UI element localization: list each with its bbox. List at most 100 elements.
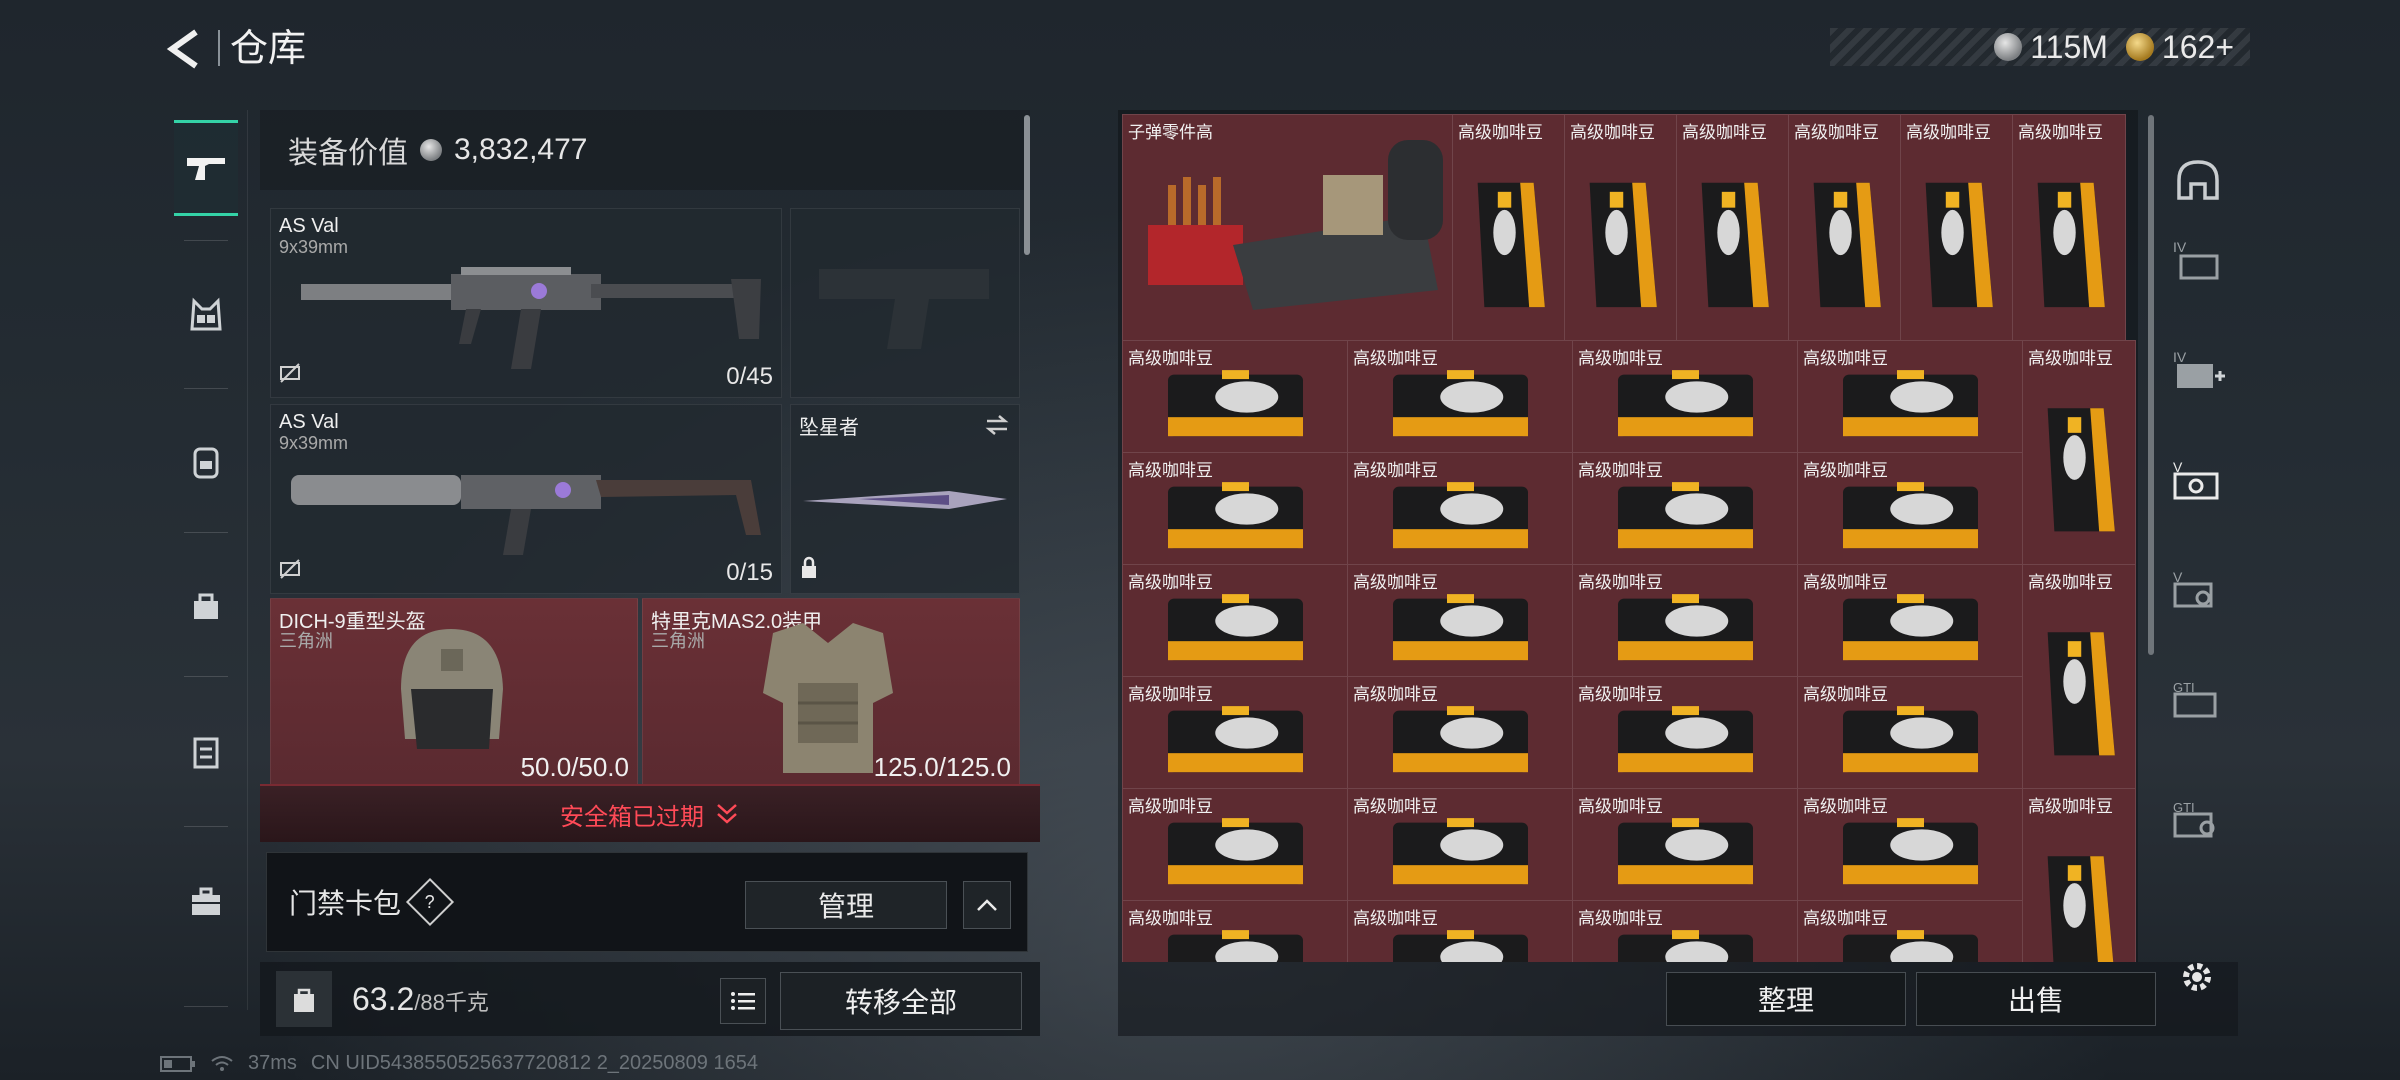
stash-item-coffee[interactable]: 高级咖啡豆 (2022, 564, 2136, 790)
stash-item-coffee[interactable]: 高级咖啡豆 (1122, 452, 1349, 566)
stash-item-coffee[interactable]: 高级咖啡豆 (1797, 452, 2024, 566)
back-button[interactable] (160, 24, 210, 74)
stash-item-coffee[interactable]: 高级咖啡豆 (1564, 114, 1678, 342)
stash-item-coffee[interactable]: 高级咖啡豆 (2022, 340, 2136, 566)
settings-button[interactable] (2172, 952, 2222, 1002)
equipment-scrollbar[interactable] (1024, 115, 1030, 255)
filter-gti-b[interactable]: GTI (2168, 790, 2228, 850)
silver-coin-icon (420, 139, 442, 161)
stash-item-coffee[interactable]: 高级咖啡豆 (1788, 114, 1902, 342)
coffee-bag-image (2047, 632, 2115, 756)
category-chest-rig[interactable] (174, 270, 238, 360)
primary-weapon-slot[interactable]: AS Val 9x39mm 0/45 (270, 208, 782, 398)
ammo-count: 0/15 (726, 559, 773, 586)
item-label: 高级咖啡豆 (1906, 123, 1991, 142)
coffee-bag-image (1477, 182, 1545, 308)
stash-item-coffee[interactable]: 高级咖啡豆 (1347, 676, 1574, 790)
filter-tier-5-a[interactable]: V (2168, 450, 2228, 510)
stash-grid: 子弹零件高 高级咖啡豆 高级咖啡豆 高级咖啡豆 高级咖啡豆 高级咖啡豆 高级咖啡… (1118, 110, 2138, 962)
stash-item-coffee[interactable]: 高级咖啡豆 (1797, 564, 2024, 678)
double-chevron-down-icon (717, 804, 737, 824)
stash-item-coffee[interactable]: 高级咖啡豆 (1572, 564, 1799, 678)
item-label: 高级咖啡豆 (1578, 349, 1663, 368)
helmet-slot[interactable]: DICH-9重型头盔 三角洲 50.0/50.0 (270, 598, 638, 788)
status-bar: 37ms CN UID5438550525637720812 2_2025080… (160, 1052, 758, 1075)
stash-item-coffee[interactable]: 高级咖啡豆 (1572, 452, 1799, 566)
item-label: 高级咖啡豆 (1803, 685, 1888, 704)
sort-button[interactable]: 整理 (1666, 972, 1906, 1026)
silver-currency[interactable]: 115M (1994, 29, 2108, 66)
item-label: 高级咖啡豆 (1803, 461, 1888, 480)
stash-item-coffee[interactable]: 高级咖啡豆 (1347, 452, 1574, 566)
stash-item-coffee[interactable]: 高级咖啡豆 (1122, 340, 1349, 454)
gold-amount: 162+ (2161, 28, 2234, 65)
stash-item-coffee[interactable]: 高级咖啡豆 (1572, 788, 1799, 902)
secondary-weapon-slot[interactable]: AS Val 9x39mm 0/15 (270, 404, 782, 594)
safe-box-expired-banner[interactable]: 安全箱已过期 (260, 784, 1040, 842)
stash-item-ammo-parts[interactable]: 子弹零件高 (1122, 114, 1454, 342)
stash-item-coffee[interactable]: 高级咖啡豆 (1900, 114, 2014, 342)
melee-slot[interactable]: 坠星者 (790, 404, 1020, 594)
category-safe-box[interactable] (174, 706, 238, 796)
item-label: 高级咖啡豆 (2028, 349, 2113, 368)
manage-button[interactable]: 管理 (745, 881, 947, 929)
category-weapons[interactable] (174, 120, 238, 216)
stash-item-coffee[interactable]: 高级咖啡豆 (1122, 676, 1349, 790)
stash-item-coffee[interactable]: 高级咖啡豆 (1797, 676, 2024, 790)
category-rail (164, 110, 248, 1010)
coffee-bag-image (1813, 182, 1881, 308)
transfer-all-button[interactable]: 转移全部 (780, 972, 1022, 1030)
item-label: 高级咖啡豆 (1803, 797, 1888, 816)
filter-all[interactable] (2168, 150, 2228, 210)
stash-item-coffee[interactable]: 高级咖啡豆 (2012, 114, 2126, 342)
stash-item-coffee[interactable]: 高级咖啡豆 (1122, 788, 1349, 902)
stash-item-coffee[interactable]: 高级咖啡豆 (1676, 114, 1790, 342)
chest-rig-icon (190, 297, 222, 331)
gold-currency[interactable]: 162+ (2125, 28, 2234, 66)
stash-item-coffee[interactable]: 高级咖啡豆 (1797, 340, 2024, 454)
item-label: 高级咖啡豆 (1353, 461, 1438, 480)
category-case[interactable] (174, 856, 238, 946)
item-label: 高级咖啡豆 (1353, 685, 1438, 704)
stash-item-coffee[interactable]: 高级咖啡豆 (2022, 788, 2136, 962)
collapse-button[interactable] (963, 881, 1011, 929)
item-label: 高级咖啡豆 (1803, 349, 1888, 368)
swap-icon[interactable] (983, 413, 1011, 437)
chevron-up-icon (977, 899, 997, 911)
stash-item-coffee[interactable]: 高级咖啡豆 (1122, 564, 1349, 678)
wifi-icon (211, 1055, 233, 1071)
help-icon[interactable]: ? (405, 877, 455, 927)
armor-origin: 三角洲 (651, 631, 705, 651)
category-backpack[interactable] (174, 416, 238, 506)
filter-tier-5-b[interactable]: V (2168, 560, 2228, 620)
stash-item-coffee[interactable]: 高级咖啡豆 (1347, 340, 1574, 454)
stash-item-coffee[interactable]: 高级咖啡豆 (1797, 900, 2024, 962)
filter-gti-a[interactable]: GTI (2168, 670, 2228, 730)
item-label: 高级咖啡豆 (2028, 573, 2113, 592)
item-label: 高级咖啡豆 (1578, 685, 1663, 704)
knife-image (803, 491, 1007, 509)
stash-item-coffee[interactable]: 高级咖啡豆 (1347, 788, 1574, 902)
stash-item-coffee[interactable]: 高级咖啡豆 (1122, 900, 1349, 962)
keycard-pack: 门禁卡包 ? 管理 (266, 852, 1028, 952)
keycard-label: 门禁卡包 (289, 888, 402, 919)
stash-item-coffee[interactable]: 高级咖啡豆 (1572, 676, 1799, 790)
stash-item-coffee[interactable]: 高级咖啡豆 (1572, 900, 1799, 962)
sell-button[interactable]: 出售 (1916, 972, 2156, 1026)
stash-item-coffee[interactable]: 高级咖啡豆 (1797, 788, 2024, 902)
weapon-name: AS Val (279, 411, 339, 433)
list-view-button[interactable] (720, 978, 766, 1024)
stash-item-coffee[interactable]: 高级咖啡豆 (1347, 564, 1574, 678)
pistol-slot[interactable] (790, 208, 1020, 398)
filter-tier-4-a[interactable]: IV (2168, 230, 2228, 290)
armor-slot[interactable]: 特里克MAS2.0装甲 三角洲 125.0/125.0 (642, 598, 1020, 788)
stash-item-coffee[interactable]: 高级咖啡豆 (1572, 340, 1799, 454)
category-pouch[interactable] (174, 560, 238, 650)
stash-item-coffee[interactable]: 高级咖啡豆 (1452, 114, 1566, 342)
stash-scrollbar[interactable] (2148, 115, 2154, 655)
stash-item-coffee[interactable]: 高级咖啡豆 (1347, 900, 1574, 962)
filter-tier-4-b[interactable]: IV (2168, 340, 2228, 400)
safe-box-icon (193, 737, 219, 769)
rifle-image (301, 267, 761, 369)
weight-bag-icon (276, 971, 332, 1027)
